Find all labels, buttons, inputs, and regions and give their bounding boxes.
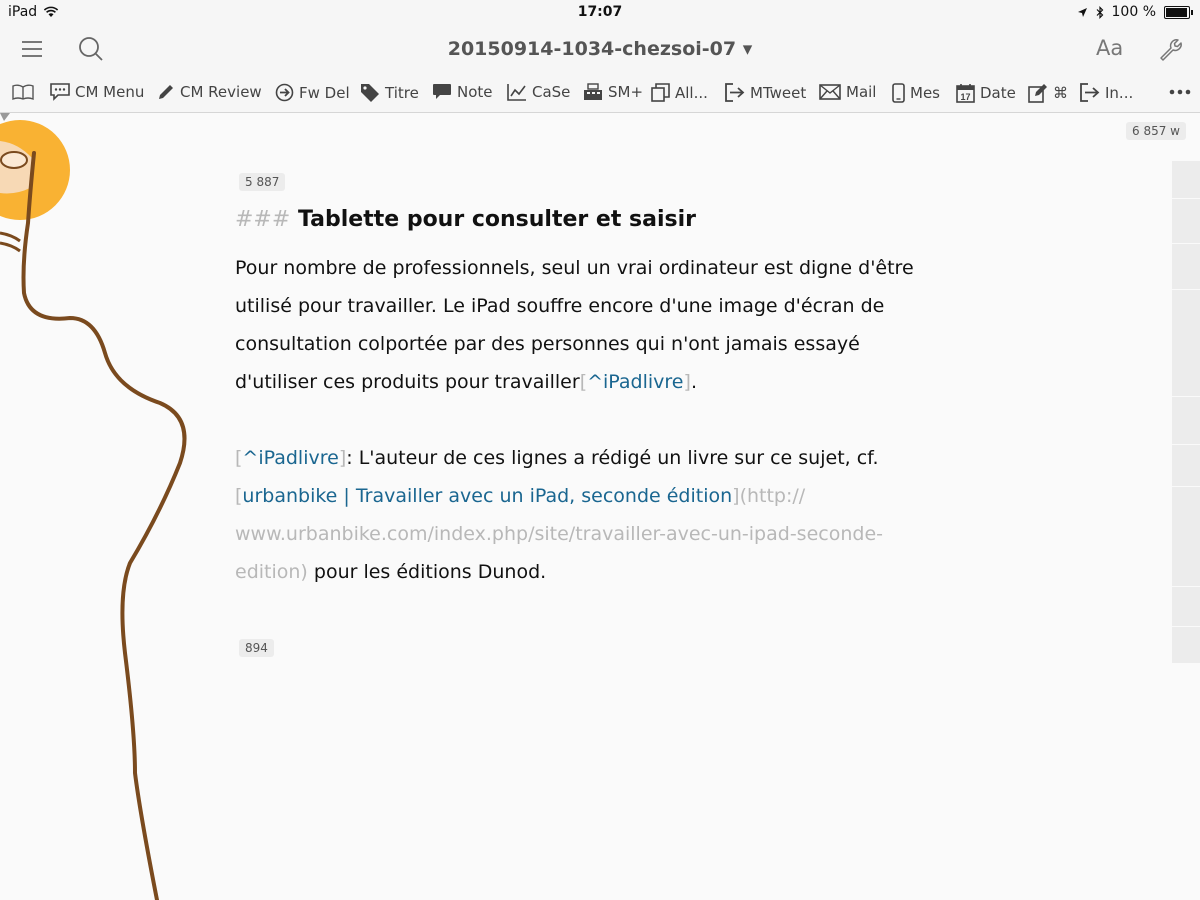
- pencil-icon: [159, 85, 173, 99]
- toolbar-item-in[interactable]: In...: [1080, 83, 1133, 102]
- link-url: edition): [235, 561, 308, 583]
- wrench-icon: [1160, 39, 1182, 61]
- link-bracket: ]: [732, 485, 740, 507]
- toolbar-label: CM Review: [180, 83, 262, 101]
- link-text[interactable]: urbanbike | Travailler avec un iPad, sec…: [242, 485, 732, 507]
- heading-text: Tablette pour consulter et saisir: [297, 207, 696, 232]
- toolbar-item-titre[interactable]: Titre: [360, 83, 419, 103]
- heading-markup: ###: [235, 207, 291, 232]
- status-right: 100 %: [1077, 4, 1193, 20]
- line-text: d'utiliser ces produits pour travailler: [235, 371, 580, 393]
- link-url: (http://: [739, 485, 806, 507]
- section-word-count: 894: [239, 639, 274, 657]
- toolbar-label: SM+: [608, 83, 644, 101]
- footnote-text: pour les éditions Dunod.: [307, 561, 547, 583]
- ellipsis-icon: [1169, 89, 1191, 95]
- footnote-label[interactable]: ^iPadlivre: [242, 447, 338, 469]
- status-time: 17:07: [577, 4, 623, 20]
- toolbar-item-command[interactable]: ⌘: [1028, 83, 1068, 103]
- comment-icon: [433, 84, 451, 99]
- toolbar-label: MTweet: [750, 83, 807, 102]
- toolbar-label: In...: [1105, 83, 1134, 102]
- paragraph-line: Pour nombre de professionnels, seul un v…: [235, 257, 914, 279]
- knuckle-lines: [0, 231, 21, 253]
- toolbar-item-all[interactable]: All...: [651, 83, 708, 102]
- footnote-bracket: ]: [683, 371, 691, 393]
- footnote-line: [^iPadlivre]: L'auteur de ces lignes a r…: [235, 439, 975, 477]
- chart-line-icon: [507, 84, 526, 101]
- tag-icon: [361, 84, 379, 102]
- settings-button[interactable]: [1152, 32, 1186, 66]
- arrow-circle-icon: [275, 83, 294, 102]
- touch-indicator: [0, 113, 187, 900]
- envelope-icon: [819, 84, 841, 100]
- toolbar-item-cm-menu[interactable]: CM Menu: [50, 83, 144, 101]
- paragraph: Pour nombre de professionnels, seul un v…: [235, 249, 975, 401]
- toolbar-label: CaSe: [532, 83, 571, 101]
- toolbar-label: Fw Del: [299, 83, 350, 102]
- toolbar-item-cm-review[interactable]: CM Review: [157, 83, 262, 101]
- paragraph-line: d'utiliser ces produits pour travailler[…: [235, 363, 975, 401]
- toolbar-label: ⌘: [1053, 84, 1068, 102]
- toolbar-item-mail[interactable]: Mail: [819, 83, 876, 101]
- paragraph-line: consultation colportée par des personnes…: [235, 333, 860, 355]
- status-bar: iPad 17:07 100 %: [0, 0, 1200, 24]
- section-heading: ### Tablette pour consulter et saisir: [235, 207, 696, 232]
- calendar-icon: 17: [956, 84, 975, 103]
- speech-bubble-icon: [50, 83, 70, 101]
- footnote-bracket: [: [579, 371, 588, 393]
- paragraph-line: utilisé pour travailler. Le iPad souffre…: [235, 295, 885, 317]
- corner-marker: [0, 113, 10, 121]
- total-word-count: 6 857 w: [1126, 122, 1186, 140]
- footnote-line: www.urbanbike.com/index.php/site/travail…: [235, 515, 975, 553]
- section-word-count: 5 887: [239, 173, 286, 191]
- toolbar-label: Mail: [846, 83, 877, 101]
- toolbar-item-case[interactable]: CaSe: [507, 83, 570, 101]
- calendar-day: 17: [960, 92, 970, 102]
- toolbar-label: Mes: [910, 84, 940, 102]
- toolbar-label: Date: [980, 84, 1016, 102]
- cash-register-icon: [584, 83, 602, 100]
- book-icon: [12, 84, 34, 101]
- toolbar-item-date[interactable]: 17 Date: [956, 83, 1016, 103]
- toolbar-item-mtweet[interactable]: MTweet: [725, 83, 806, 102]
- toolbar-item-note[interactable]: Note: [432, 83, 493, 101]
- battery-percent: 100 %: [1111, 4, 1156, 20]
- toolbar-item-sm-plus[interactable]: SM+: [583, 83, 643, 101]
- footnote-line: edition) pour les éditions Dunod.: [235, 553, 975, 591]
- toolbar-item-mes[interactable]: Mes: [892, 83, 940, 103]
- toolbar-label: CM Menu: [75, 83, 145, 101]
- action-toolbar: CM Menu CM Review Fw Del Titre Note CaSe…: [0, 74, 1200, 113]
- toolbar-label: All...: [675, 83, 708, 102]
- export-icon: [725, 83, 745, 102]
- fingernail-icon: [0, 151, 28, 169]
- navigation-bar: 20150914-1034-chezsoi-07 ▾ Aa: [0, 24, 1200, 74]
- toolbar-label: Note: [457, 83, 493, 101]
- footnote-text: : L'auteur de ces lignes a rédigé un liv…: [346, 447, 879, 469]
- location-arrow-icon: [1077, 7, 1087, 17]
- scroll-gutter[interactable]: [1172, 161, 1200, 663]
- footnote: [^iPadlivre]: L'auteur de ces lignes a r…: [235, 439, 975, 591]
- phone-icon: [892, 83, 905, 103]
- toolbar-item-fw-del[interactable]: Fw Del: [275, 83, 350, 102]
- footnote-reference[interactable]: ^iPadlivre: [587, 371, 683, 393]
- preview-button[interactable]: [12, 83, 34, 101]
- link-url: www.urbanbike.com/index.php/site/travail…: [235, 523, 883, 545]
- toolbar-label: Titre: [385, 84, 419, 102]
- export-icon: [1080, 83, 1100, 102]
- footnote-line: [urbanbike | Travailler avec un iPad, se…: [235, 477, 975, 515]
- document-title[interactable]: 20150914-1034-chezsoi-07 ▾: [0, 38, 1200, 60]
- more-options-button[interactable]: [1168, 81, 1192, 109]
- edit-icon: [1028, 84, 1047, 103]
- line-text: .: [690, 371, 697, 393]
- bluetooth-icon: [1096, 5, 1103, 19]
- copy-icon: [651, 83, 670, 102]
- drag-path: [21, 151, 187, 900]
- battery-icon: [1164, 5, 1193, 19]
- font-settings-button[interactable]: Aa: [1096, 36, 1123, 60]
